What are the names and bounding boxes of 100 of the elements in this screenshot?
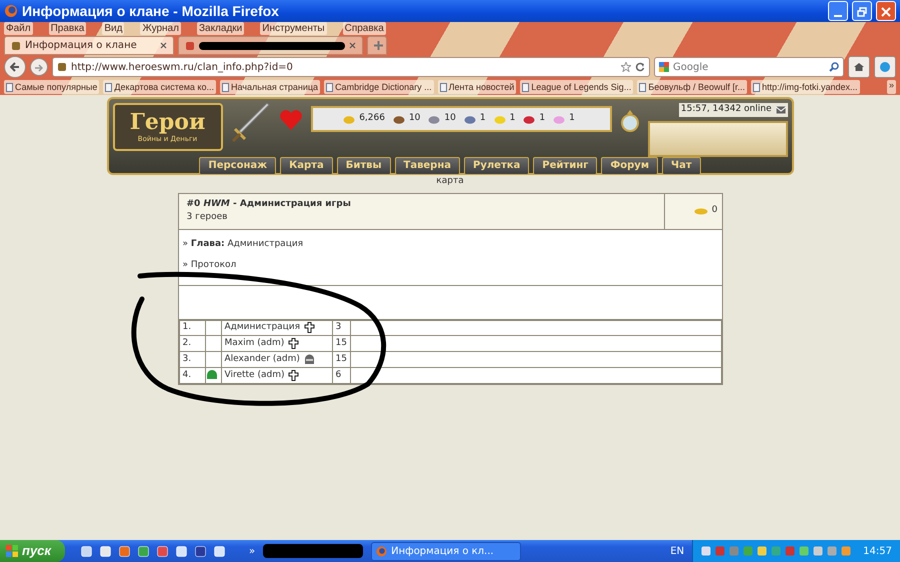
bookmark[interactable]: Начальная страница bbox=[220, 80, 320, 94]
resource-count: 1 bbox=[569, 112, 575, 126]
menu-item[interactable]: Вид bbox=[102, 22, 124, 35]
heart-icon bbox=[278, 109, 302, 131]
task-label: Информация о кл... bbox=[391, 544, 494, 558]
back-button[interactable] bbox=[4, 56, 26, 78]
tray-icon[interactable] bbox=[813, 546, 824, 556]
new-tab-button[interactable] bbox=[367, 36, 387, 55]
close-icon[interactable] bbox=[160, 42, 167, 49]
table-cell: 3. bbox=[179, 352, 205, 368]
taskbar-button[interactable]: Информация о кл... bbox=[371, 542, 522, 560]
resource-count: 6,266 bbox=[359, 112, 385, 126]
resource-icon bbox=[494, 114, 506, 124]
quick-launch-icon[interactable] bbox=[157, 546, 168, 556]
tray-icon[interactable] bbox=[701, 546, 712, 556]
windows-logo-icon bbox=[6, 545, 18, 557]
member-name-link[interactable]: Virette (adm) bbox=[224, 368, 284, 382]
resource-icon bbox=[343, 114, 356, 124]
taskbar-clock: 14:57 bbox=[863, 544, 892, 558]
resource-count: 1 bbox=[480, 112, 486, 126]
home-icon bbox=[854, 62, 864, 72]
close-icon[interactable] bbox=[349, 42, 356, 49]
star-icon[interactable] bbox=[621, 62, 631, 72]
plus-icon bbox=[374, 40, 383, 50]
browser-tab[interactable]: Информация о клане bbox=[4, 36, 174, 55]
page-icon bbox=[6, 82, 13, 92]
clock-text: 15:57, 14342 online bbox=[680, 103, 772, 116]
quick-launch-icon[interactable] bbox=[119, 546, 130, 556]
bookmark[interactable]: Декартова система ко... bbox=[103, 80, 216, 94]
menu-item[interactable]: Журнал bbox=[140, 22, 181, 35]
game-nav-link[interactable]: Битвы bbox=[336, 156, 390, 174]
game-nav-link[interactable]: Таверна bbox=[394, 156, 460, 174]
start-button[interactable]: пуск bbox=[0, 540, 65, 562]
bookmark[interactable]: Лента новостей bbox=[438, 80, 516, 94]
more-chevron[interactable]: » bbox=[249, 544, 256, 558]
more-bookmarks-chevron[interactable]: » bbox=[886, 80, 896, 94]
search-input[interactable]: Google bbox=[673, 60, 825, 74]
menu-item[interactable]: Правка bbox=[48, 22, 86, 35]
table-cell: 2. bbox=[179, 336, 205, 352]
bookmark[interactable]: Cambridge Dictionary ... bbox=[324, 80, 434, 94]
tray-icon[interactable] bbox=[757, 546, 768, 556]
member-name-link[interactable]: Maxim (adm) bbox=[224, 336, 284, 350]
menu-item[interactable]: Справка bbox=[342, 22, 386, 35]
restore-button[interactable] bbox=[852, 1, 872, 21]
search-field[interactable]: Google bbox=[654, 57, 844, 77]
firefox-icon bbox=[376, 546, 388, 556]
search-icon[interactable] bbox=[829, 62, 839, 72]
helmet-badge-icon bbox=[206, 369, 218, 380]
close-icon bbox=[881, 6, 891, 17]
ring-icon bbox=[620, 109, 640, 133]
quick-launch-icon[interactable] bbox=[214, 546, 225, 556]
sword-icon bbox=[230, 103, 270, 143]
info-line: » Глава: Администрация bbox=[182, 238, 304, 250]
page-icon bbox=[11, 40, 21, 50]
game-nav-link[interactable]: Форум bbox=[601, 156, 658, 174]
quick-launch-icon[interactable] bbox=[100, 546, 111, 556]
game-nav-link[interactable]: Персонаж bbox=[199, 156, 276, 174]
page-icon bbox=[440, 82, 447, 92]
browser-tab[interactable] bbox=[178, 36, 363, 55]
skype-button[interactable] bbox=[874, 56, 896, 78]
info-line: » Протокол bbox=[182, 259, 238, 272]
quick-launch-icon[interactable] bbox=[138, 546, 149, 556]
treasury-amount: 0 bbox=[712, 204, 718, 218]
tab-label: Информация о клане bbox=[25, 39, 138, 53]
page-icon bbox=[326, 82, 334, 92]
page-icon bbox=[222, 82, 229, 92]
bookmark[interactable]: Самые популярные bbox=[4, 80, 100, 94]
restore-icon bbox=[857, 6, 867, 17]
game-nav-link[interactable]: Карта bbox=[280, 156, 333, 174]
quick-launch-icon[interactable] bbox=[81, 546, 92, 556]
resource-icon bbox=[553, 114, 566, 124]
quick-launch-icon[interactable] bbox=[195, 546, 206, 556]
menu-item[interactable]: Закладки bbox=[196, 22, 244, 35]
member-name-link[interactable]: Администрация bbox=[224, 321, 300, 334]
reload-icon[interactable] bbox=[635, 62, 645, 72]
resource-icon bbox=[428, 114, 440, 124]
forward-button[interactable] bbox=[30, 58, 48, 76]
bookmark[interactable]: League of Legends Sig... bbox=[520, 80, 634, 94]
resource-count: 1 bbox=[510, 112, 516, 126]
bookmark[interactable]: http://img-fotki.yandex... bbox=[751, 80, 860, 94]
game-nav-link[interactable]: Рулетка bbox=[464, 156, 530, 174]
menu-item[interactable]: Файл bbox=[4, 22, 33, 35]
address-field[interactable]: http://www.heroeswm.ru/clan_info.php?id=0 bbox=[52, 57, 650, 77]
game-nav-link[interactable]: Рейтинг bbox=[533, 156, 598, 174]
language-indicator[interactable]: EN bbox=[670, 544, 684, 558]
table-cell: 4. bbox=[179, 368, 205, 384]
bookmark[interactable]: Беовульф / Beowulf [r... bbox=[637, 80, 747, 94]
minimize-button[interactable] bbox=[828, 1, 848, 21]
resource-count: 10 bbox=[444, 112, 456, 126]
resource-count: 10 bbox=[408, 112, 420, 126]
quick-launch-icon[interactable] bbox=[176, 546, 187, 556]
menu-item[interactable]: Инструменты bbox=[260, 22, 327, 35]
member-name-link[interactable]: Alexander (adm) bbox=[224, 352, 300, 366]
google-icon bbox=[659, 62, 669, 72]
resource-icon bbox=[392, 114, 405, 124]
site-icon bbox=[57, 62, 67, 72]
home-button[interactable] bbox=[848, 56, 870, 78]
close-button[interactable] bbox=[876, 1, 896, 21]
game-nav-link[interactable]: Чат bbox=[662, 156, 701, 174]
start-label: пуск bbox=[22, 542, 51, 560]
